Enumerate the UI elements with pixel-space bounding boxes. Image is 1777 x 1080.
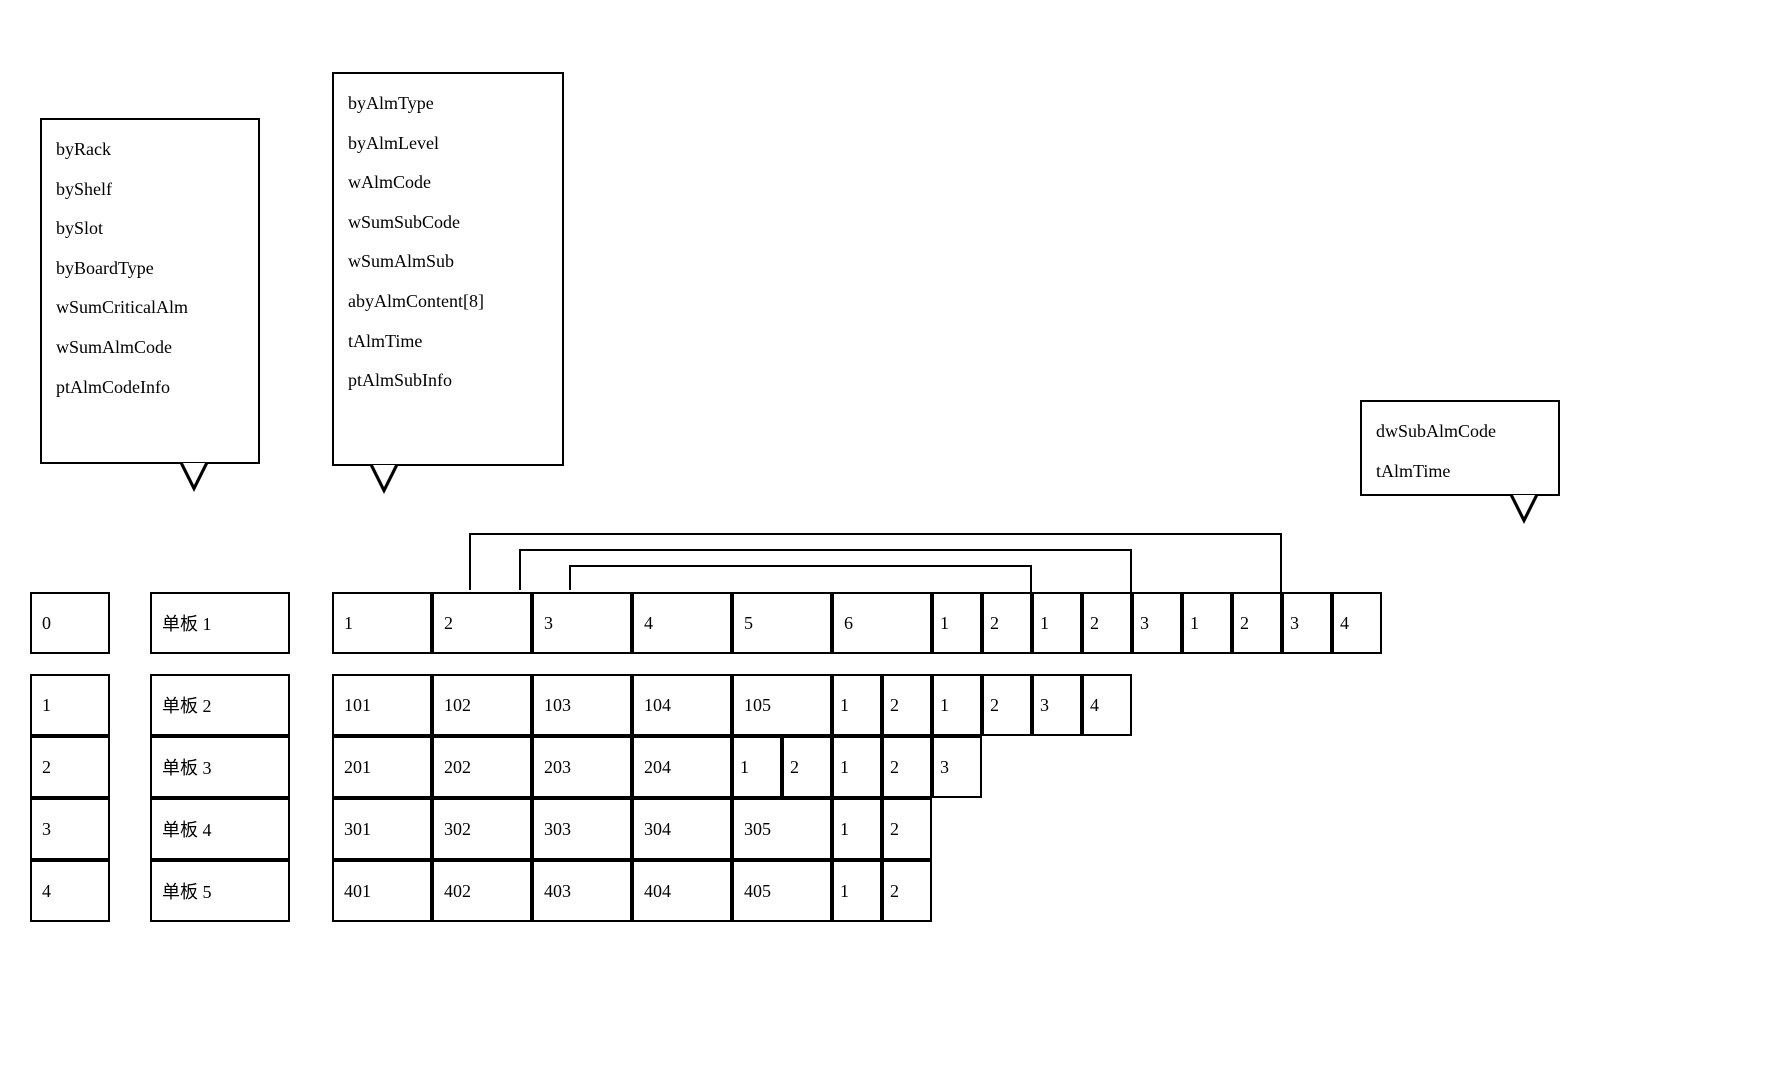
field: wAlmCode — [348, 163, 548, 203]
wide-cell: 5 — [732, 592, 832, 654]
wide-cell: 204 — [632, 736, 732, 798]
wide-cell: 1 — [332, 592, 432, 654]
callout-tail — [1510, 496, 1538, 524]
field: tAlmTime — [348, 322, 548, 362]
small-cell: 1 — [832, 736, 882, 798]
index-cell: 3 — [30, 798, 110, 860]
small-cell: 2 — [1082, 592, 1132, 654]
callout-tail — [180, 464, 208, 492]
small-cell: 2 — [882, 798, 932, 860]
field: ptAlmSubInfo — [348, 361, 548, 401]
field: dwSubAlmCode — [1376, 412, 1544, 452]
wide-cell: 105 — [732, 674, 832, 736]
small-cell: 2 — [982, 674, 1032, 736]
small-cell: 1 — [832, 860, 882, 922]
wide-cell: 301 — [332, 798, 432, 860]
struct-box-almcode: byAlmType byAlmLevel wAlmCode wSumSubCod… — [332, 72, 564, 466]
index-cell: 1 — [30, 674, 110, 736]
wide-cell: 103 — [532, 674, 632, 736]
small-cell: 1 — [1032, 592, 1082, 654]
field: byAlmLevel — [348, 124, 548, 164]
small-cell: 2 — [782, 736, 832, 798]
board-cell: 单板 5 — [150, 860, 290, 922]
wide-cell: 305 — [732, 798, 832, 860]
wide-cell: 3 — [532, 592, 632, 654]
small-cell: 4 — [1082, 674, 1132, 736]
small-cell: 1 — [932, 592, 982, 654]
small-cell: 3 — [1032, 674, 1082, 736]
field: ptAlmCodeInfo — [56, 368, 244, 408]
small-cell: 2 — [982, 592, 1032, 654]
callout-tail — [370, 466, 398, 494]
struct-box-board: byRack byShelf bySlot byBoardType wSumCr… — [40, 118, 260, 464]
small-cell: 1 — [832, 798, 882, 860]
wide-cell: 202 — [432, 736, 532, 798]
board-cell: 单板 3 — [150, 736, 290, 798]
wide-cell: 6 — [832, 592, 932, 654]
small-cell: 2 — [882, 674, 932, 736]
wide-cell: 405 — [732, 860, 832, 922]
small-cell: 1 — [832, 674, 882, 736]
index-cell: 4 — [30, 860, 110, 922]
small-cell: 1 — [932, 674, 982, 736]
wide-cell: 303 — [532, 798, 632, 860]
board-cell: 单板 2 — [150, 674, 290, 736]
wide-cell: 302 — [432, 798, 532, 860]
wide-cell: 104 — [632, 674, 732, 736]
small-cell: 3 — [932, 736, 982, 798]
field: wSumSubCode — [348, 203, 548, 243]
wide-cell: 402 — [432, 860, 532, 922]
wide-cell: 2 — [432, 592, 532, 654]
index-cell: 2 — [30, 736, 110, 798]
struct-box-subalm: dwSubAlmCode tAlmTime — [1360, 400, 1560, 496]
wide-cell: 304 — [632, 798, 732, 860]
wide-cell: 203 — [532, 736, 632, 798]
wide-cell: 401 — [332, 860, 432, 922]
wide-cell: 102 — [432, 674, 532, 736]
board-cell: 单板 4 — [150, 798, 290, 860]
wide-cell: 404 — [632, 860, 732, 922]
wide-cell: 403 — [532, 860, 632, 922]
small-cell: 1 — [1182, 592, 1232, 654]
field: byRack — [56, 130, 244, 170]
field: byShelf — [56, 170, 244, 210]
field: byBoardType — [56, 249, 244, 289]
small-cell: 1 — [732, 736, 782, 798]
small-cell: 2 — [1232, 592, 1282, 654]
field: byAlmType — [348, 84, 548, 124]
wide-cell: 101 — [332, 674, 432, 736]
field: abyAlmContent[8] — [348, 282, 548, 322]
small-cell: 2 — [882, 736, 932, 798]
field: bySlot — [56, 209, 244, 249]
field: wSumAlmSub — [348, 242, 548, 282]
field: wSumAlmCode — [56, 328, 244, 368]
wide-cell: 4 — [632, 592, 732, 654]
small-cell: 4 — [1332, 592, 1382, 654]
small-cell: 3 — [1132, 592, 1182, 654]
index-cell: 0 — [30, 592, 110, 654]
small-cell: 2 — [882, 860, 932, 922]
field: wSumCriticalAlm — [56, 288, 244, 328]
wide-cell: 201 — [332, 736, 432, 798]
small-cell: 3 — [1282, 592, 1332, 654]
field: tAlmTime — [1376, 452, 1544, 492]
board-cell: 单板 1 — [150, 592, 290, 654]
diagram-root: byRack byShelf bySlot byBoardType wSumCr… — [20, 20, 1760, 1060]
